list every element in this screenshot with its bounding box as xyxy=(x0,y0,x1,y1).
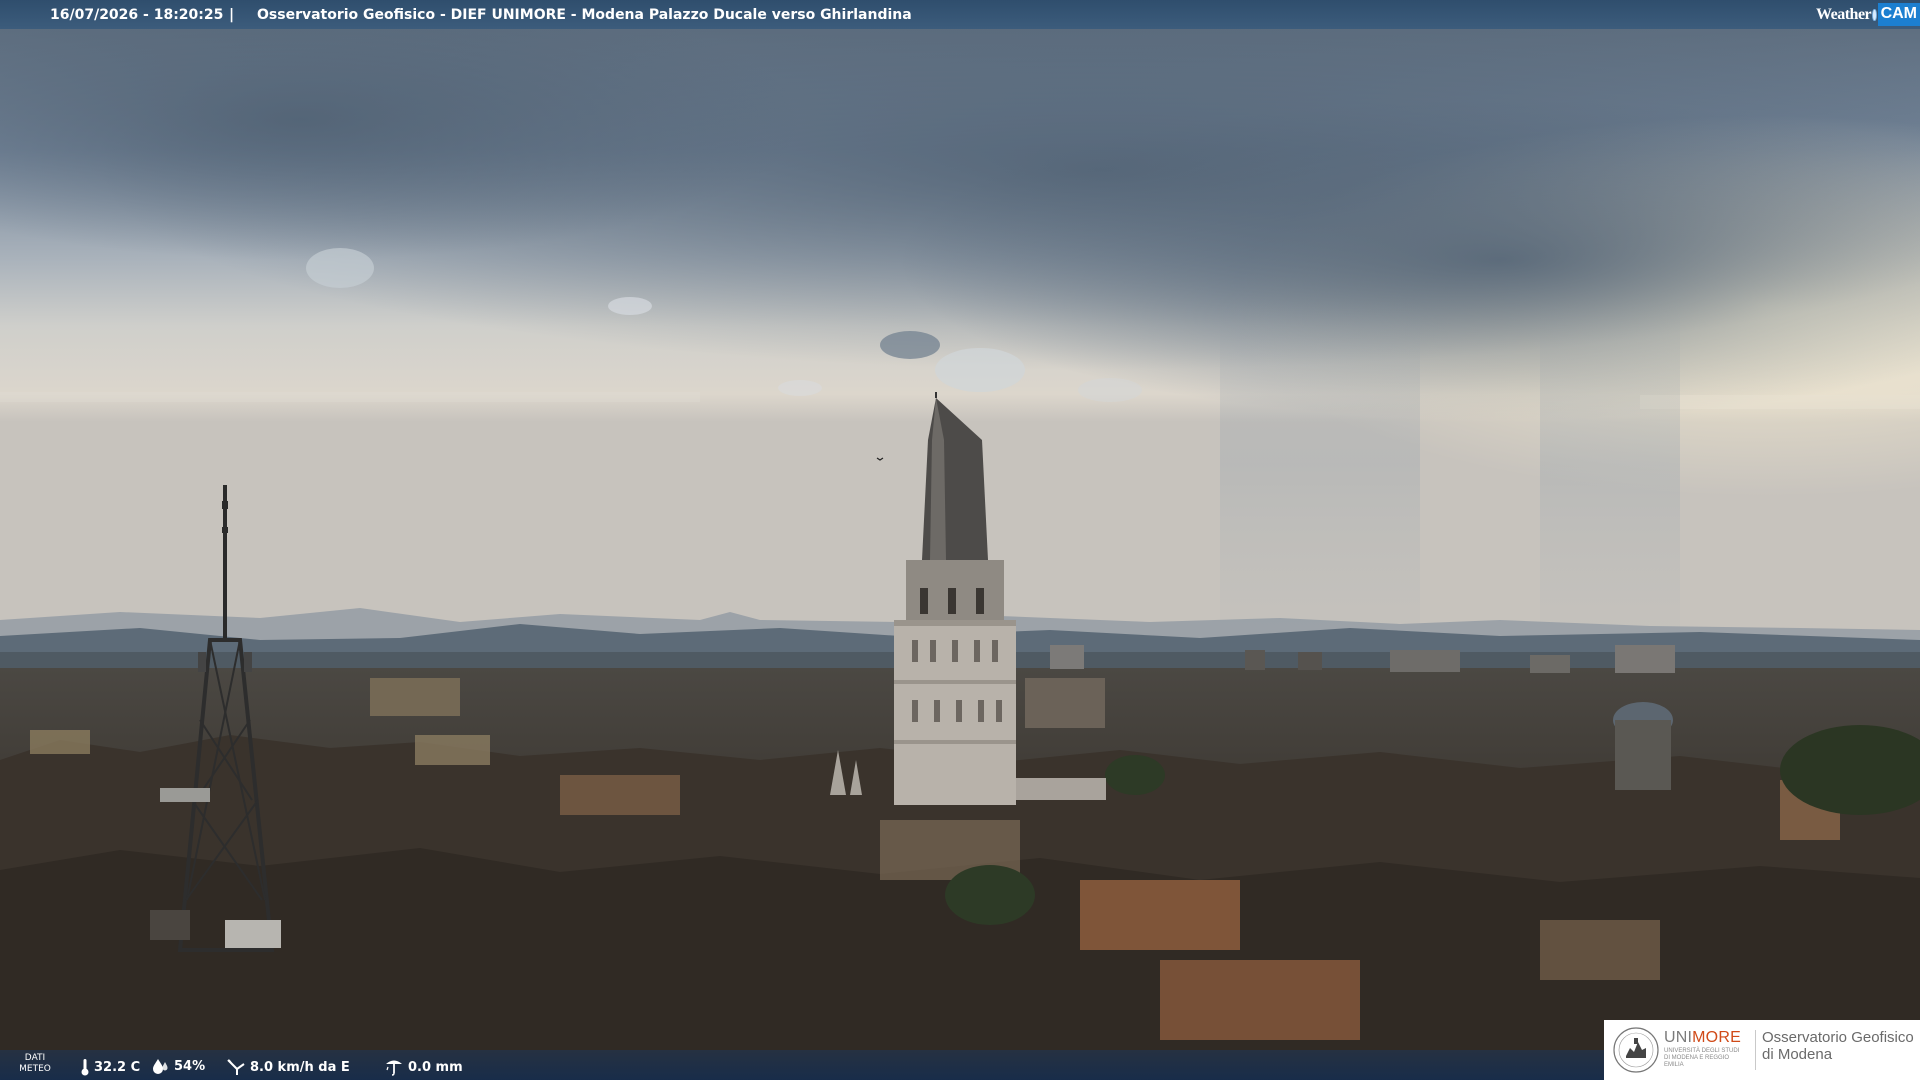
camera-title: Osservatorio Geofisico - DIEF UNIMORE - … xyxy=(257,7,912,23)
unimore-wordmark-prefix: UNI xyxy=(1664,1029,1693,1046)
weathercam-logo[interactable]: Weather CAM xyxy=(1816,0,1920,29)
humidity-reading: 54% xyxy=(152,1058,205,1074)
humidity-icon xyxy=(153,1059,168,1074)
globe-icon xyxy=(1872,8,1877,21)
university-seal-icon xyxy=(1613,1027,1659,1073)
webcam-image xyxy=(0,0,1920,1080)
unimore-wordmark: UNIMORE xyxy=(1664,1029,1741,1047)
unimore-wordmark-suffix: MORE xyxy=(1692,1029,1741,1046)
timestamp: 16/07/2026 - 18:20:25 xyxy=(50,7,224,23)
observatory-name-line2: di Modena xyxy=(1762,1046,1833,1063)
webcam-view: 16/07/2026 - 18:20:25 | Osservatorio Geo… xyxy=(0,0,1920,1080)
rain-gauge-icon xyxy=(386,1060,402,1076)
weather-data-label-line1: DATI xyxy=(24,1053,46,1063)
wind-reading: 8.0 km/h da E xyxy=(226,1058,350,1076)
rain-value: 0.0 mm xyxy=(408,1059,463,1075)
header-separator: | xyxy=(229,7,235,23)
temperature-reading: 32.2 C xyxy=(80,1058,140,1076)
weather-data-label: DATI METEO xyxy=(18,1053,52,1075)
wind-icon xyxy=(227,1059,245,1075)
observatory-name: Osservatorio Geofisico di Modena xyxy=(1762,1029,1914,1063)
unimore-subtitle: UNIVERSITÀ DEGLI STUDI DI MODENA E REGGI… xyxy=(1664,1048,1740,1068)
weathercam-logo-weather: Weather xyxy=(1816,5,1872,23)
logo-divider xyxy=(1755,1030,1756,1070)
humidity-value: 54% xyxy=(174,1058,206,1074)
thermometer-icon xyxy=(81,1059,89,1076)
observatory-name-line1: Osservatorio Geofisico xyxy=(1762,1029,1914,1046)
weathercam-logo-cam: CAM xyxy=(1877,3,1920,26)
info-header: 16/07/2026 - 18:20:25 | Osservatorio Geo… xyxy=(0,0,1920,29)
temperature-value: 32.2 C xyxy=(94,1059,141,1075)
weather-data-bar: DATI METEO 32.2 C 54% 8.0 km/h da E 0.0 … xyxy=(0,1050,1605,1080)
unimore-logo[interactable]: UNIMORE UNIVERSITÀ DEGLI STUDI DI MODENA… xyxy=(1604,1020,1920,1080)
rain-reading: 0.0 mm xyxy=(384,1058,463,1076)
weather-data-label-line2: METEO xyxy=(19,1064,51,1074)
wind-value: 8.0 km/h da E xyxy=(250,1059,350,1075)
